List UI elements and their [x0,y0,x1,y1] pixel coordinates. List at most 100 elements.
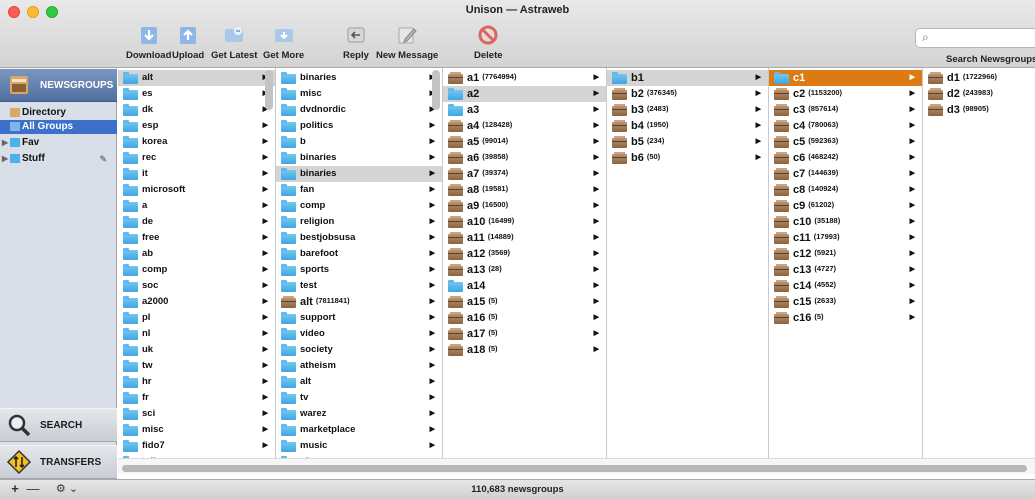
list-item[interactable]: binaries▶ [276,150,442,166]
list-item[interactable]: a15 (5) ▶ [443,294,606,310]
list-item[interactable]: sports ▶ [276,262,442,278]
list-item[interactable]: binaries▶ [276,70,442,86]
list-item[interactable]: religion ▶ [276,214,442,230]
list-item[interactable]: a10 (16499) ▶ [443,214,606,230]
edit-icon[interactable]: ✎ [99,152,107,166]
list-item[interactable]: a2000 ▶ [118,294,275,310]
list-item[interactable]: video ▶ [276,326,442,342]
list-item[interactable]: es▶ [118,86,275,102]
list-item[interactable]: a8 (19581) ▶ [443,182,606,198]
list-item[interactable]: d3 (98905) [923,102,1035,118]
horizontal-scrollbar[interactable] [118,458,1035,474]
list-item[interactable]: d2 (243983) [923,86,1035,102]
disclosure-triangle-icon[interactable]: ▶ [2,136,8,150]
list-item[interactable]: c13 (4727) ▶ [769,262,922,278]
list-item[interactable]: hr ▶ [118,374,275,390]
browser-column-3[interactable]: a1 (7764994) ▶ a2 ▶ a3 ▶ a4 (128428) ▶ a5 (99014) ▶ a… [443,68,607,474]
list-item[interactable]: a6 (39858) ▶ [443,150,606,166]
list-item[interactable]: c7 (144639) ▶ [769,166,922,182]
list-item[interactable]: alt (7811841) ▶ [276,294,442,310]
list-item[interactable]: c6 (468242) ▶ [769,150,922,166]
list-item[interactable]: atheism ▶ [276,358,442,374]
list-item[interactable]: uk ▶ [118,342,275,358]
list-item[interactable]: a14 ▶ [443,278,606,294]
newsgroups-panel-button[interactable]: NEWSGROUPS [0,68,117,102]
browser-column-5[interactable]: c1 ▶ c2 (1153200) ▶ c3 (857614) ▶ c4 (780063) ▶ c5(… [769,68,923,474]
list-item[interactable]: a ▶ [118,198,275,214]
list-item[interactable]: korea ▶ [118,134,275,150]
list-item[interactable]: sci ▶ [118,406,275,422]
list-item[interactable]: dvdnordic ▶ [276,102,442,118]
browser-column-6[interactable]: d1 (1722966) d2 (243983) d3 (98905) [923,68,1035,474]
list-item[interactable]: a3 ▶ [443,102,606,118]
list-item[interactable]: a13 (28) ▶ [443,262,606,278]
list-item[interactable]: a11 (14889) ▶ [443,230,606,246]
list-item[interactable]: soc ▶ [118,278,275,294]
browser-column-2[interactable]: binaries▶misc▶dvdnordic▶politics▶b▶binar… [276,68,443,474]
list-item[interactable]: test ▶ [276,278,442,294]
list-item[interactable]: alt ▶ [276,374,442,390]
list-item[interactable]: ab ▶ [118,246,275,262]
browser-column-4[interactable]: b1 ▶ b2 (376345) ▶ b3 (2483) ▶ b4 (1950) ▶ b5 (234) ▶… [607,68,769,474]
sidebar-item-fav[interactable]: ▶ Fav [0,136,117,150]
list-item[interactable]: a9 (16500) ▶ [443,198,606,214]
list-item[interactable]: c12 (5921) ▶ [769,246,922,262]
list-item[interactable]: c2 (1153200) ▶ [769,86,922,102]
vertical-scroll-thumb[interactable] [265,70,273,110]
list-item[interactable]: tw ▶ [118,358,275,374]
list-item[interactable]: microsoft ▶ [118,182,275,198]
list-item[interactable]: a5 (99014) ▶ [443,134,606,150]
list-item[interactable]: marketplace ▶ [276,422,442,438]
list-item[interactable]: binaries▶ [276,166,442,182]
list-item[interactable]: fr ▶ [118,390,275,406]
new-message-button[interactable]: New Message [376,24,438,61]
download-button[interactable]: Download [126,24,171,61]
get-more-button[interactable]: Get More [263,24,304,61]
list-item[interactable]: esp ▶ [118,118,275,134]
list-item[interactable]: a7 (39374) ▶ [443,166,606,182]
browser-column-1[interactable]: alt▶es▶dk▶esp▶korea▶rec▶it▶microsoft▶a▶d… [118,68,276,474]
search-newsgroups-input[interactable]: ⌕ [915,28,1035,48]
list-item[interactable]: nl ▶ [118,326,275,342]
get-latest-button[interactable]: Get Latest [211,24,257,61]
list-item[interactable]: c10 (35188) ▶ [769,214,922,230]
list-item[interactable]: b5 (234) ▶ [607,134,768,150]
list-item[interactable]: pl ▶ [118,310,275,326]
list-item[interactable]: support ▶ [276,310,442,326]
list-item[interactable]: c1 ▶ [769,70,922,86]
list-item[interactable]: dk ▶ [118,102,275,118]
sidebar-item-directory[interactable]: Directory [0,106,117,120]
list-item[interactable]: fido7 ▶ [118,438,275,454]
list-item[interactable]: c16 (5) ▶ [769,310,922,326]
list-item[interactable]: c9 (61202) ▶ [769,198,922,214]
list-item[interactable]: b3 (2483) ▶ [607,102,768,118]
list-item[interactable]: b2 (376345) ▶ [607,86,768,102]
transfers-panel-button[interactable]: TRANSFERS [0,445,117,479]
list-item[interactable]: b6 (50) ▶ [607,150,768,166]
list-item[interactable]: fan ▶ [276,182,442,198]
upload-button[interactable]: Upload [172,24,204,61]
list-item[interactable]: music ▶ [276,438,442,454]
list-item[interactable]: a16 (5) ▶ [443,310,606,326]
list-item[interactable]: c8 (140924) ▶ [769,182,922,198]
list-item[interactable]: a1 (7764994) ▶ [443,70,606,86]
list-item[interactable]: a18 (5) ▶ [443,342,606,358]
list-item[interactable]: c11 (17993) ▶ [769,230,922,246]
list-item[interactable]: b4 (1950) ▶ [607,118,768,134]
list-item[interactable]: comp ▶ [276,198,442,214]
list-item[interactable]: a17 (5) ▶ [443,326,606,342]
search-panel-button[interactable]: SEARCH [0,408,117,442]
list-item[interactable]: bestjobsusa ▶ [276,230,442,246]
list-item[interactable]: society ▶ [276,342,442,358]
reply-button[interactable]: Reply [343,24,369,61]
list-item[interactable]: misc ▶ [118,422,275,438]
list-item[interactable]: b1 ▶ [607,70,768,86]
list-item[interactable]: it ▶ [118,166,275,182]
vertical-scroll-thumb[interactable] [432,70,440,110]
list-item[interactable]: a12 (3569) ▶ [443,246,606,262]
list-item[interactable]: b ▶ [276,134,442,150]
list-item[interactable]: tv ▶ [276,390,442,406]
list-item[interactable]: rec ▶ [118,150,275,166]
list-item[interactable]: c5 (592363) ▶ [769,134,922,150]
list-item[interactable]: a4 (128428) ▶ [443,118,606,134]
